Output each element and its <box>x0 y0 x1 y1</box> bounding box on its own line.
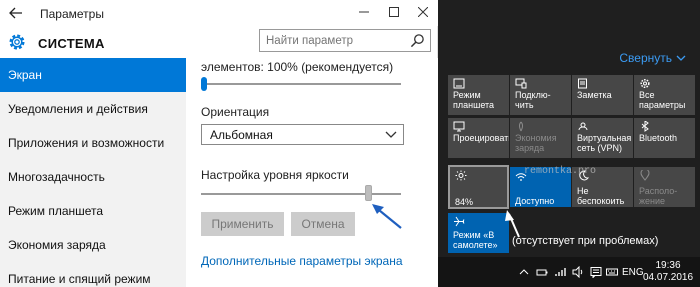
battery-saver-icon <box>519 121 523 132</box>
back-arrow-icon <box>9 7 22 19</box>
tile-note[interactable]: Заметка <box>572 75 633 115</box>
tile-label: Режим «В самолете» <box>453 230 498 250</box>
tile-location[interactable]: Располо-жение <box>634 167 695 207</box>
tile-label: Доступно <box>515 196 555 206</box>
advanced-display-settings-link[interactable]: Дополнительные параметры экрана <box>201 254 403 268</box>
apply-button[interactable]: Применить <box>201 212 284 236</box>
watermark: remontka.pro <box>524 166 597 177</box>
chevron-down-icon <box>676 55 686 62</box>
brightness-icon <box>455 170 467 181</box>
maximize-button[interactable] <box>384 2 404 22</box>
tile-label: 84% <box>455 197 474 207</box>
tile-tablet-mode[interactable]: Режим планшета <box>448 75 509 115</box>
minimize-icon <box>359 11 369 13</box>
title-bar: Параметры <box>0 0 438 26</box>
sidebar-item-apps[interactable]: Приложения и возможности <box>0 126 186 160</box>
orientation-value: Альбомная <box>210 128 273 142</box>
tile-label: Экономия заряда <box>515 133 557 153</box>
project-icon <box>453 121 465 132</box>
sidebar-item-multitasking[interactable]: Многозадачность <box>0 160 186 194</box>
brightness-label: Настройка уровня яркости <box>201 168 349 182</box>
sidebar-item-tablet-mode[interactable]: Режим планшета <box>0 194 186 228</box>
airplane-icon <box>454 216 465 227</box>
minimize-button[interactable] <box>354 2 374 22</box>
scale-slider-track[interactable] <box>201 83 401 85</box>
sidebar-item-power-sleep[interactable]: Питание и спящий режим <box>0 262 186 287</box>
search-input[interactable] <box>266 33 402 48</box>
tile-label: Располо-жение <box>639 186 678 206</box>
tile-vpn[interactable]: Виртуальная сеть (VPN) <box>572 118 633 158</box>
chevron-down-icon <box>385 131 397 138</box>
section-title: СИСТЕМА <box>38 36 105 51</box>
tile-all-settings[interactable]: Все параметры <box>634 75 695 115</box>
chevron-up-icon[interactable] <box>518 266 530 278</box>
battery-icon[interactable] <box>536 266 548 278</box>
location-icon <box>640 170 650 181</box>
orientation-select[interactable]: Альбомная <box>201 124 404 145</box>
bluetooth-icon <box>641 121 649 132</box>
window-title: Параметры <box>40 7 104 21</box>
sidebar-item-display[interactable]: Экран <box>0 58 186 92</box>
scale-label: элементов: 100% (рекомендуется) <box>201 60 394 74</box>
gear-icon <box>9 34 25 50</box>
notifications-icon[interactable] <box>590 266 602 278</box>
display-settings-panel: элементов: 100% (рекомендуется) Ориентац… <box>186 58 438 287</box>
tile-airplane-mode[interactable]: Режим «В самолете» <box>448 213 509 253</box>
search-icon[interactable] <box>410 33 425 48</box>
clock[interactable]: 19:36 04.07.2016 <box>643 260 693 284</box>
clock-date: 04.07.2016 <box>643 272 694 283</box>
scale-slider-thumb[interactable] <box>201 77 207 91</box>
language-indicator[interactable]: ENG <box>622 267 644 278</box>
collapse-label: Свернуть <box>619 51 672 65</box>
cancel-button[interactable]: Отмена <box>291 212 355 236</box>
sidebar-item-notifications[interactable]: Уведомления и действия <box>0 92 186 126</box>
volume-icon[interactable] <box>572 266 584 278</box>
note-icon <box>578 78 587 89</box>
annotation-text: (отсутствует при проблемах) <box>512 235 659 247</box>
clock-time: 19:36 <box>655 260 681 271</box>
settings-icon <box>640 78 650 89</box>
orientation-label: Ориентация <box>201 105 270 119</box>
close-icon <box>417 6 429 18</box>
maximize-icon <box>389 7 399 17</box>
tile-bluetooth[interactable]: Bluetooth <box>634 118 695 158</box>
tile-label: Виртуальная сеть (VPN) <box>577 133 632 153</box>
settings-window: Параметры СИСТЕМА Экран <box>0 0 438 287</box>
tile-project[interactable]: Проецировать <box>448 118 509 158</box>
tile-label: Все параметры <box>639 90 686 110</box>
back-button[interactable] <box>4 3 28 23</box>
sidebar-item-battery-saver[interactable]: Экономия заряда <box>0 228 186 262</box>
taskbar: ENG 19:36 04.07.2016 <box>438 257 700 287</box>
network-icon[interactable] <box>554 266 566 278</box>
tile-label: Режим планшета <box>453 90 495 110</box>
tile-label: Не беспокоить <box>577 186 625 206</box>
tile-label: Подклю-чить <box>515 90 551 110</box>
connect-icon <box>515 78 527 89</box>
settings-header: СИСТЕМА <box>0 26 438 58</box>
tile-battery-saver[interactable]: Экономия заряда <box>510 118 571 158</box>
vpn-icon <box>578 122 588 131</box>
sidebar: Экран Уведомления и действия Приложения … <box>0 58 186 287</box>
tile-label: Заметка <box>577 90 612 100</box>
search-box[interactable] <box>259 29 431 52</box>
tablet-mode-icon <box>453 78 465 89</box>
tile-connect[interactable]: Подклю-чить <box>510 75 571 115</box>
tile-label: Проецировать <box>453 133 509 143</box>
close-button[interactable] <box>413 2 433 22</box>
tile-brightness[interactable]: 84% <box>448 165 509 209</box>
brightness-slider-thumb[interactable] <box>365 185 372 201</box>
collapse-link[interactable]: Свернуть <box>619 51 686 65</box>
keyboard-icon[interactable] <box>606 266 618 278</box>
tile-label: Bluetooth <box>639 133 678 143</box>
